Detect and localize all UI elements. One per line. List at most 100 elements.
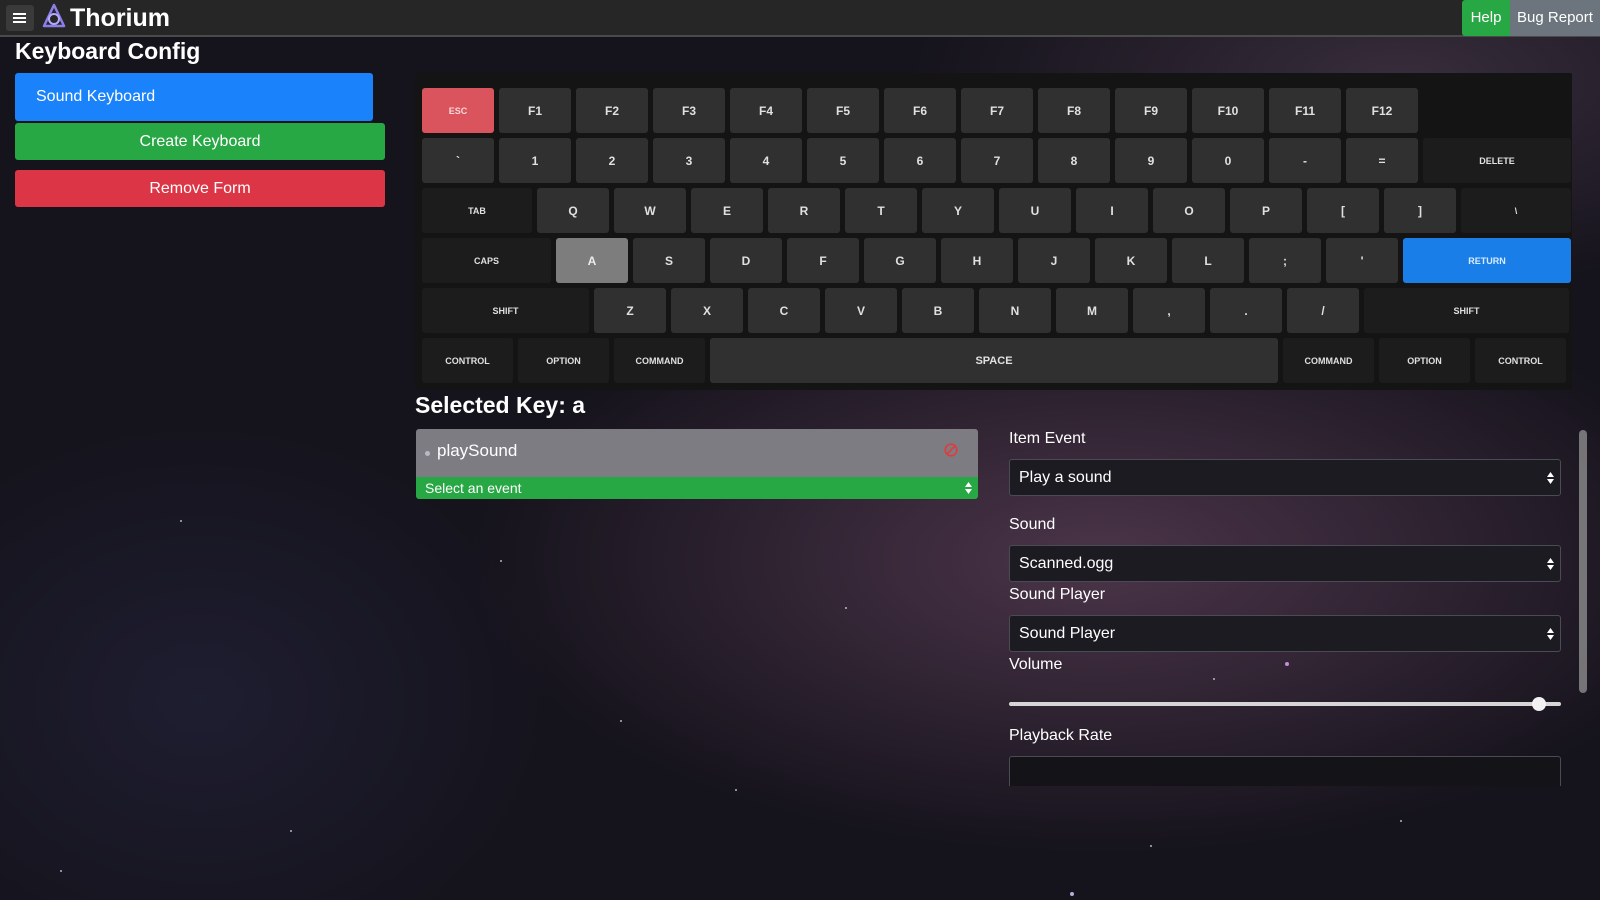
key-h[interactable]: H: [941, 238, 1013, 283]
key-f10[interactable]: F10: [1192, 88, 1264, 133]
key-p[interactable]: P: [1230, 188, 1302, 233]
sound-label: Sound: [1009, 516, 1056, 533]
key-tab[interactable]: TAB: [422, 188, 532, 233]
volume-slider-thumb[interactable]: [1531, 697, 1546, 711]
key-e[interactable]: E: [691, 188, 763, 233]
app-brand[interactable]: Thorium: [70, 2, 170, 34]
key-f[interactable]: F: [787, 238, 859, 283]
key-f12[interactable]: F12: [1346, 88, 1418, 133]
select-event-value: Select an event: [425, 480, 522, 496]
key-0[interactable]: 0: [1192, 138, 1264, 183]
key-f8[interactable]: F8: [1038, 88, 1110, 133]
key-9[interactable]: 9: [1115, 138, 1187, 183]
key-left-bracket[interactable]: [: [1307, 188, 1379, 233]
key-f1[interactable]: F1: [499, 88, 571, 133]
key-k[interactable]: K: [1095, 238, 1167, 283]
key-l[interactable]: L: [1172, 238, 1244, 283]
key-2[interactable]: 2: [576, 138, 648, 183]
key-x[interactable]: X: [671, 288, 743, 333]
key-equals[interactable]: =: [1346, 138, 1418, 183]
sound-value: Scanned.ogg: [1019, 555, 1114, 572]
help-button[interactable]: Help: [1462, 0, 1510, 36]
key-quote[interactable]: ': [1326, 238, 1398, 283]
playback-rate-input[interactable]: [1009, 756, 1561, 786]
key-v[interactable]: V: [825, 288, 897, 333]
key-n[interactable]: N: [979, 288, 1051, 333]
key-right-shift[interactable]: SHIFT: [1364, 288, 1569, 333]
select-arrows-icon: [1547, 628, 1554, 640]
key-g[interactable]: G: [864, 238, 936, 283]
key-f11[interactable]: F11: [1269, 88, 1341, 133]
sound-keyboard-item[interactable]: Sound Keyboard: [15, 73, 373, 121]
key-delete[interactable]: DELETE: [1423, 138, 1571, 183]
key-t[interactable]: T: [845, 188, 917, 233]
select-arrows-icon: [965, 482, 972, 494]
key-right-bracket[interactable]: ]: [1384, 188, 1456, 233]
keyboard-row-numbers: ` 1 2 3 4 5 6 7 8 9 0 - = DELETE: [422, 138, 1571, 183]
key-right-option[interactable]: OPTION: [1379, 338, 1470, 383]
action-list-item[interactable]: playSound: [416, 429, 978, 477]
key-semicolon[interactable]: ;: [1249, 238, 1321, 283]
key-f3[interactable]: F3: [653, 88, 725, 133]
key-5[interactable]: 5: [807, 138, 879, 183]
key-y[interactable]: Y: [922, 188, 994, 233]
config-scrollbar[interactable]: [1579, 430, 1587, 693]
key-r[interactable]: R: [768, 188, 840, 233]
create-keyboard-button[interactable]: Create Keyboard: [15, 123, 385, 160]
key-left-shift[interactable]: SHIFT: [422, 288, 589, 333]
key-b[interactable]: B: [902, 288, 974, 333]
key-f4[interactable]: F4: [730, 88, 802, 133]
key-return[interactable]: RETURN: [1403, 238, 1571, 283]
remove-form-button[interactable]: Remove Form: [15, 170, 385, 207]
key-left-option[interactable]: OPTION: [518, 338, 609, 383]
key-right-control[interactable]: CONTROL: [1475, 338, 1566, 383]
key-d[interactable]: D: [710, 238, 782, 283]
keyboard-panel: ESC F1 F2 F3 F4 F5 F6 F7 F8 F9 F10 F11 F…: [415, 73, 1572, 390]
key-s[interactable]: S: [633, 238, 705, 283]
key-period[interactable]: .: [1210, 288, 1282, 333]
playback-rate-label: Playback Rate: [1009, 727, 1113, 744]
key-left-control[interactable]: CONTROL: [422, 338, 513, 383]
key-f9[interactable]: F9: [1115, 88, 1187, 133]
key-3[interactable]: 3: [653, 138, 725, 183]
key-m[interactable]: M: [1056, 288, 1128, 333]
sound-player-select[interactable]: Sound Player: [1009, 615, 1561, 652]
key-backslash[interactable]: \: [1461, 188, 1571, 233]
select-event-dropdown[interactable]: Select an event: [416, 477, 978, 499]
sound-select[interactable]: Scanned.ogg: [1009, 545, 1561, 582]
key-6[interactable]: 6: [884, 138, 956, 183]
key-c[interactable]: C: [748, 288, 820, 333]
key-f6[interactable]: F6: [884, 88, 956, 133]
key-f2[interactable]: F2: [576, 88, 648, 133]
volume-slider-track[interactable]: [1009, 702, 1561, 706]
key-w[interactable]: W: [614, 188, 686, 233]
key-backtick[interactable]: `: [422, 138, 494, 183]
key-minus[interactable]: -: [1269, 138, 1341, 183]
key-7[interactable]: 7: [961, 138, 1033, 183]
key-space[interactable]: SPACE: [710, 338, 1278, 383]
key-u[interactable]: U: [999, 188, 1071, 233]
key-z[interactable]: Z: [594, 288, 666, 333]
item-event-select[interactable]: Play a sound: [1009, 459, 1561, 496]
hamburger-menu-icon[interactable]: [6, 5, 34, 31]
key-i[interactable]: I: [1076, 188, 1148, 233]
key-slash[interactable]: /: [1287, 288, 1359, 333]
key-f7[interactable]: F7: [961, 88, 1033, 133]
key-a[interactable]: A: [556, 238, 628, 283]
key-j[interactable]: J: [1018, 238, 1090, 283]
key-caps[interactable]: CAPS: [422, 238, 551, 283]
key-comma[interactable]: ,: [1133, 288, 1205, 333]
key-esc[interactable]: ESC: [422, 88, 494, 133]
remove-action-icon[interactable]: [944, 443, 958, 457]
key-4[interactable]: 4: [730, 138, 802, 183]
drag-handle-icon[interactable]: [425, 451, 430, 456]
bug-report-button[interactable]: Bug Report: [1510, 0, 1600, 36]
key-right-command[interactable]: COMMAND: [1283, 338, 1374, 383]
key-f5[interactable]: F5: [807, 88, 879, 133]
select-arrows-icon: [1547, 558, 1554, 570]
key-left-command[interactable]: COMMAND: [614, 338, 705, 383]
key-1[interactable]: 1: [499, 138, 571, 183]
key-q[interactable]: Q: [537, 188, 609, 233]
key-o[interactable]: O: [1153, 188, 1225, 233]
key-8[interactable]: 8: [1038, 138, 1110, 183]
